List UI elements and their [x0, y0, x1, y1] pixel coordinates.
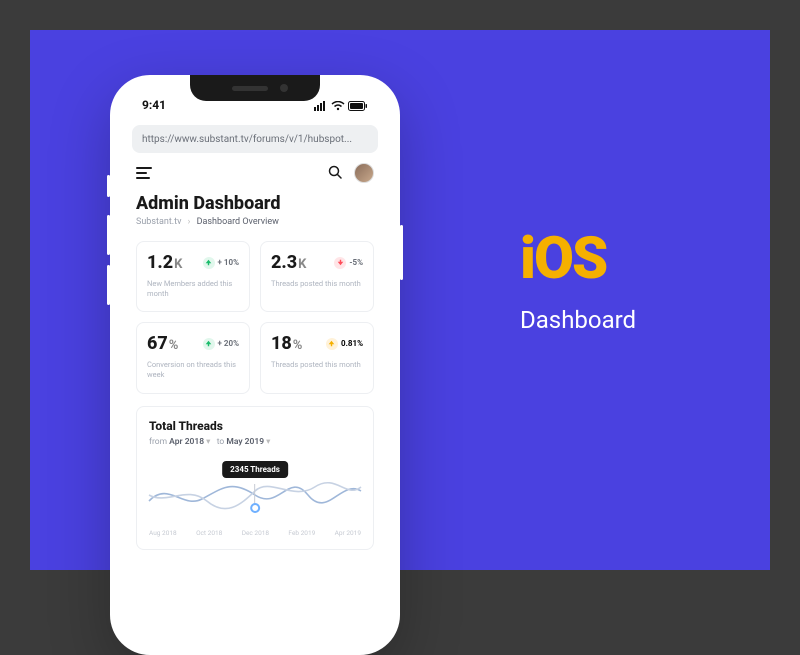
- avatar[interactable]: [354, 163, 374, 183]
- chevron-down-icon[interactable]: ▾: [206, 437, 210, 447]
- stat-card-new-members[interactable]: 1.2K + 10% New Members added this month: [136, 241, 250, 312]
- chevron-down-icon[interactable]: ▾: [266, 437, 270, 447]
- chart-range: from Apr 2018▾ to May 2019▾: [149, 437, 361, 447]
- status-icons: [314, 98, 368, 112]
- stat-card-conversion[interactable]: 67% + 20% Conversion on threads this wee…: [136, 322, 250, 393]
- wifi-icon: [331, 101, 345, 111]
- breadcrumb: Substant.tv › Dashboard Overview: [136, 217, 374, 227]
- arrow-down-icon: [334, 257, 346, 269]
- delta-neutral: 0.81%: [326, 338, 363, 350]
- arrow-up-icon: [326, 338, 338, 350]
- phone-device: 9:41 https://www.substant.tv/forums/v/1/…: [110, 75, 400, 655]
- delta-up: + 10%: [203, 257, 239, 269]
- chart-tooltip: 2345 Threads: [222, 461, 288, 478]
- delta-down: -5%: [334, 257, 363, 269]
- signal-icon: [314, 101, 328, 111]
- breadcrumb-root[interactable]: Substant.tv: [136, 217, 181, 227]
- chart-title: Total Threads: [149, 419, 361, 433]
- url-text: https://www.substant.tv/forums/v/1/hubsp…: [142, 134, 352, 145]
- arrow-up-icon: [203, 257, 215, 269]
- stat-card-threads-posted[interactable]: 2.3K -5% Threads posted this month: [260, 241, 374, 312]
- menu-icon[interactable]: [136, 167, 152, 179]
- chart-from[interactable]: Apr 2018: [169, 437, 204, 447]
- chart-tooltip-marker: 2345 Threads: [222, 461, 288, 513]
- notch: [190, 75, 320, 101]
- breadcrumb-current: Dashboard Overview: [197, 217, 279, 227]
- url-bar[interactable]: https://www.substant.tv/forums/v/1/hubsp…: [132, 125, 378, 153]
- headline-title: iOS: [520, 230, 636, 288]
- status-time: 9:41: [142, 98, 166, 112]
- search-icon[interactable]: [328, 164, 342, 183]
- stat-card-threads-month[interactable]: 18% 0.81% Threads posted this month: [260, 322, 374, 393]
- page-title: Admin Dashboard: [136, 193, 374, 214]
- arrow-up-icon: [203, 338, 215, 350]
- chart-total-threads: Total Threads from Apr 2018▾ to May 2019…: [136, 406, 374, 550]
- chart-xaxis: Aug 2018 Oct 2018 Dec 2018 Feb 2019 Apr …: [149, 529, 361, 537]
- delta-up: + 20%: [203, 338, 239, 350]
- chevron-right-icon: ›: [188, 217, 191, 227]
- headline-subtitle: Dashboard: [520, 306, 636, 334]
- chart-highlight-dot[interactable]: [250, 503, 260, 513]
- battery-icon: [348, 101, 368, 111]
- chart-to[interactable]: May 2019: [226, 437, 264, 447]
